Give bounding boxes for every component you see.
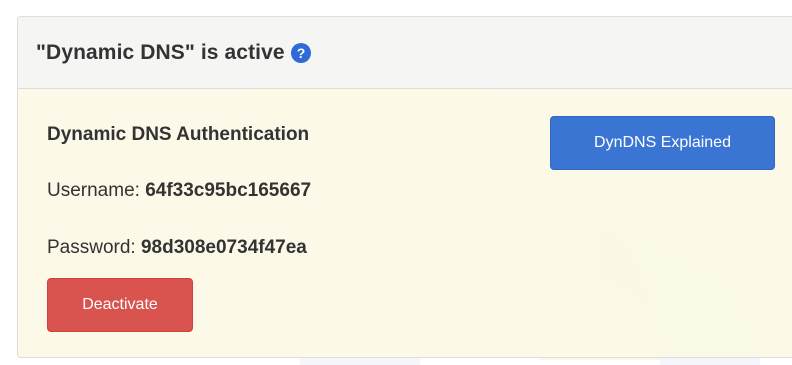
auth-heading: Dynamic DNS Authentication — [47, 124, 310, 145]
dyndns-panel: "Dynamic DNS" is active ? Dynamic DNS Au… — [17, 16, 792, 358]
panel-body: Dynamic DNS Authentication Username: 64f… — [18, 89, 792, 357]
panel-heading: "Dynamic DNS" is active ? — [18, 17, 792, 89]
password-label: Password: — [47, 237, 141, 258]
panel-title: "Dynamic DNS" is active — [36, 40, 285, 64]
svg-text:?: ? — [296, 45, 305, 61]
question-circle-icon[interactable]: ? — [290, 42, 311, 63]
password-value: 98d308e0734f47ea — [140, 237, 307, 258]
username-value: 64f33c95bc165667 — [145, 180, 312, 201]
dyndns-explained-button[interactable]: DynDNS Explained — [550, 116, 775, 170]
page: "Dynamic DNS" is active ? Dynamic DNS Au… — [0, 0, 792, 365]
username-label: Username: — [47, 180, 146, 201]
deactivate-button[interactable]: Deactivate — [47, 278, 193, 332]
username-line: Username: 64f33c95bc165667 — [47, 180, 311, 202]
password-line: Password: 98d308e0734f47ea — [47, 237, 307, 259]
